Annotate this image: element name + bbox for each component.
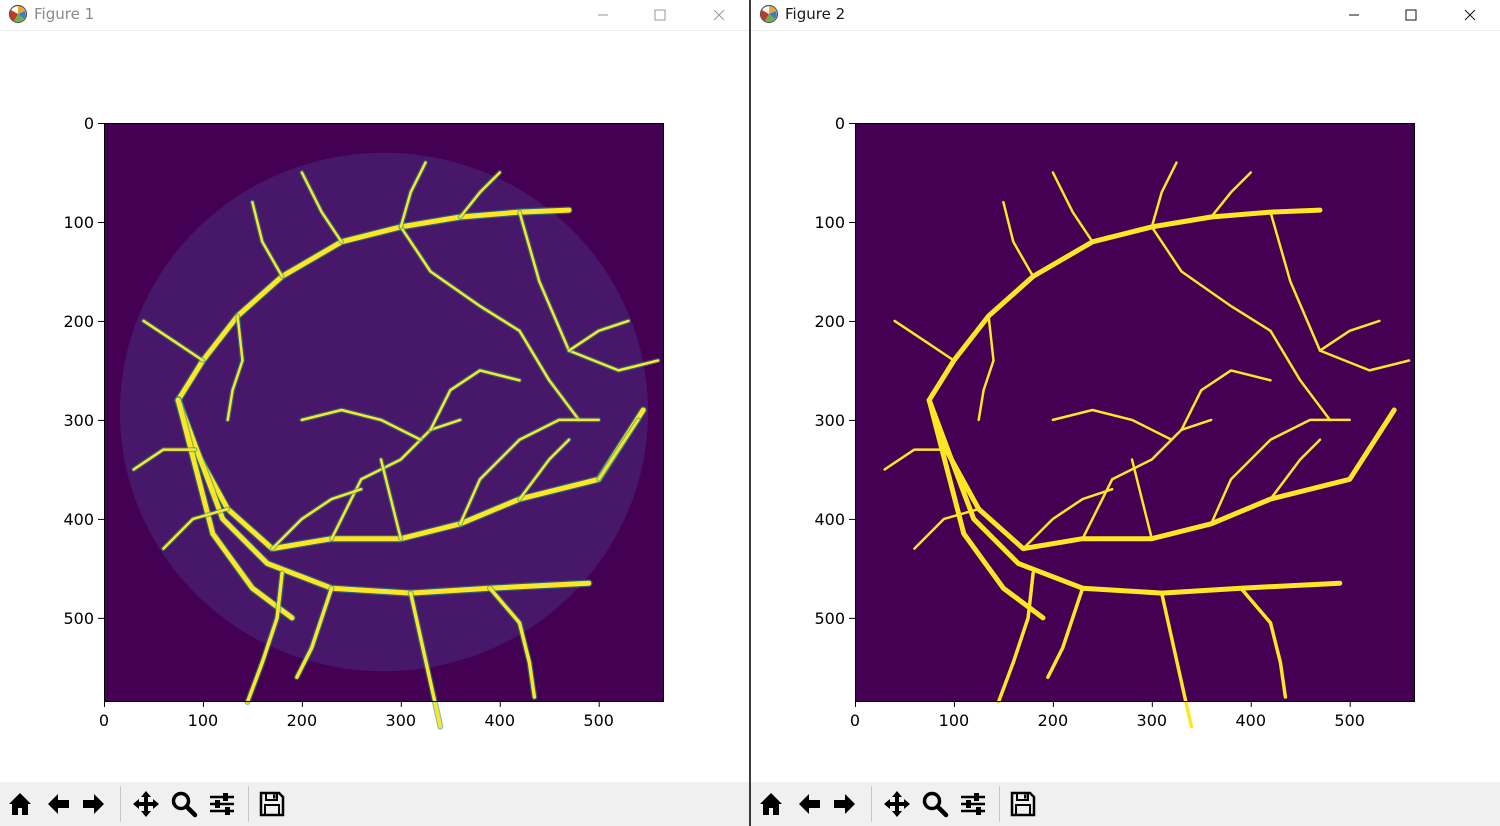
forward-button[interactable] bbox=[829, 788, 861, 820]
back-arrow-icon bbox=[799, 794, 820, 814]
y-tick-label: 400 bbox=[814, 510, 845, 529]
figure-canvas[interactable]: 0 100 200 300 400 500 0 100 200 300 400 500 bbox=[751, 31, 1500, 782]
x-tick-label: 100 bbox=[939, 711, 970, 730]
back-arrow-icon bbox=[48, 794, 69, 814]
zoom-button[interactable] bbox=[168, 788, 200, 820]
pan-move-icon bbox=[133, 791, 159, 817]
fundus-vessel-image bbox=[104, 123, 663, 730]
zoom-button[interactable] bbox=[919, 788, 951, 820]
save-floppy-icon bbox=[259, 791, 285, 817]
maximize-button[interactable] bbox=[637, 0, 683, 30]
matplotlib-app-icon bbox=[759, 4, 779, 24]
x-tick-label: 200 bbox=[287, 711, 318, 730]
configure-subplots-button[interactable] bbox=[957, 788, 989, 820]
pan-button[interactable] bbox=[881, 788, 913, 820]
y-tick-label: 300 bbox=[814, 411, 845, 430]
maximize-button[interactable] bbox=[1388, 0, 1434, 30]
forward-button[interactable] bbox=[78, 788, 110, 820]
toolbar-separator bbox=[999, 786, 1000, 822]
y-tick-label: 200 bbox=[814, 312, 845, 331]
close-icon bbox=[1464, 9, 1476, 21]
back-button[interactable] bbox=[793, 788, 825, 820]
pan-move-icon bbox=[884, 791, 910, 817]
title-bar[interactable]: Figure 1 bbox=[0, 0, 749, 31]
toolbar-separator bbox=[248, 786, 249, 822]
x-tick-label: 300 bbox=[1137, 711, 1168, 730]
zoom-magnifier-icon bbox=[171, 791, 198, 818]
window-title: Figure 2 bbox=[785, 5, 846, 23]
configure-subplots-icon bbox=[210, 793, 234, 815]
toolbar-separator bbox=[120, 786, 121, 822]
x-tick-label: 500 bbox=[1334, 711, 1365, 730]
y-tick-label: 500 bbox=[814, 609, 845, 628]
matplotlib-app-icon bbox=[8, 4, 28, 24]
save-floppy-icon bbox=[1010, 791, 1036, 817]
navigation-toolbar bbox=[751, 782, 1500, 826]
y-tick-label: 100 bbox=[814, 213, 845, 232]
image-background bbox=[855, 123, 1414, 701]
forward-arrow-icon bbox=[834, 794, 855, 814]
minimize-button[interactable] bbox=[580, 0, 626, 30]
y-tick-label: 0 bbox=[835, 114, 845, 133]
x-tick-label: 200 bbox=[1038, 711, 1069, 730]
x-tick-label: 0 bbox=[850, 711, 860, 730]
pan-button[interactable] bbox=[130, 788, 162, 820]
y-tick-label: 0 bbox=[84, 114, 94, 133]
x-tick-label: 0 bbox=[99, 711, 109, 730]
home-button[interactable] bbox=[4, 788, 36, 820]
home-icon bbox=[760, 793, 782, 815]
y-tick-label: 100 bbox=[63, 213, 94, 232]
configure-subplots-button[interactable] bbox=[206, 788, 238, 820]
figure-canvas[interactable]: 0 100 200 300 400 500 0 100 200 300 400 500 bbox=[0, 31, 749, 782]
x-tick-label: 100 bbox=[188, 711, 219, 730]
minimize-button[interactable] bbox=[1331, 0, 1377, 30]
home-icon bbox=[9, 793, 31, 815]
navigation-toolbar bbox=[0, 782, 749, 826]
x-tick-label: 400 bbox=[484, 711, 515, 730]
x-tick-label: 400 bbox=[1235, 711, 1266, 730]
plot-area: 0 100 200 300 400 500 0 100 200 300 400 500 bbox=[814, 114, 1415, 730]
close-button[interactable] bbox=[1447, 0, 1493, 30]
y-tick-label: 500 bbox=[63, 609, 94, 628]
close-icon bbox=[713, 9, 725, 21]
y-tick-label: 300 bbox=[63, 411, 94, 430]
maximize-icon bbox=[654, 9, 666, 21]
toolbar-separator bbox=[871, 786, 872, 822]
zoom-magnifier-icon bbox=[922, 791, 949, 818]
maximize-icon bbox=[1405, 9, 1417, 21]
forward-arrow-icon bbox=[83, 794, 104, 814]
vessel-mask-image bbox=[855, 123, 1414, 729]
x-tick-label: 500 bbox=[583, 711, 614, 730]
close-button[interactable] bbox=[696, 0, 742, 30]
x-tick-label: 300 bbox=[386, 711, 417, 730]
back-button[interactable] bbox=[42, 788, 74, 820]
plot-area: 0 100 200 300 400 500 0 100 200 300 400 500 bbox=[63, 114, 664, 730]
save-button[interactable] bbox=[1007, 788, 1039, 820]
y-tick-label: 400 bbox=[63, 510, 94, 529]
y-tick-label: 200 bbox=[63, 312, 94, 331]
minimize-icon bbox=[1349, 14, 1359, 16]
figure-2-window: Figure 2 0 100 200 300 400 500 0 100 200 300 400 50… bbox=[751, 0, 1500, 826]
window-title: Figure 1 bbox=[34, 5, 95, 23]
home-button[interactable] bbox=[755, 788, 787, 820]
figure-1-window: Figure 1 0 100 200 300 400 500 0 100 200 300 400 50… bbox=[0, 0, 749, 826]
title-bar[interactable]: Figure 2 bbox=[751, 0, 1500, 31]
minimize-icon bbox=[598, 14, 608, 16]
configure-subplots-icon bbox=[961, 793, 985, 815]
save-button[interactable] bbox=[256, 788, 288, 820]
